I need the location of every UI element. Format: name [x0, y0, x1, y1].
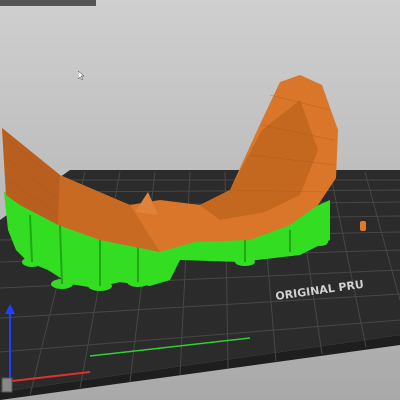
- 3d-viewport[interactable]: ORIGINAL PRU: [0, 0, 400, 400]
- scene[interactable]: ORIGINAL PRU: [0, 0, 400, 400]
- mouse-cursor-icon: [77, 66, 86, 85]
- small-part[interactable]: [360, 221, 366, 231]
